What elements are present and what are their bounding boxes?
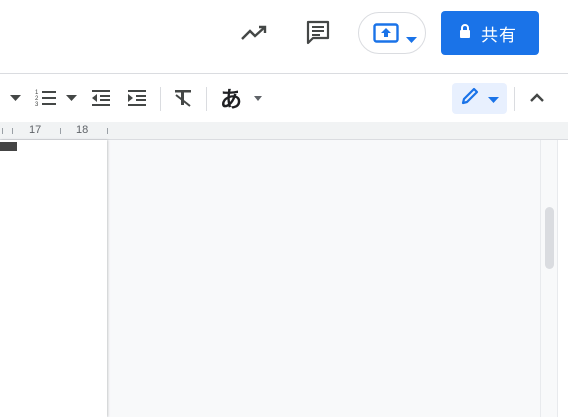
input-tools-glyph: あ bbox=[219, 88, 242, 113]
chevron-down-icon bbox=[488, 90, 499, 108]
page-marker bbox=[0, 142, 17, 151]
share-label: 共有 bbox=[481, 25, 517, 45]
activity-trend-icon[interactable] bbox=[238, 18, 270, 48]
chevron-down-icon[interactable] bbox=[406, 30, 417, 48]
numbered-list-icon[interactable]: 123 bbox=[34, 74, 58, 122]
document-page[interactable] bbox=[0, 140, 107, 417]
scrollbar-thumb[interactable] bbox=[545, 207, 554, 269]
formatting-toolbar: 123 あ bbox=[0, 73, 568, 123]
ruler-tick bbox=[60, 128, 61, 134]
vertical-scrollbar[interactable] bbox=[540, 140, 557, 417]
toolbar-divider bbox=[160, 87, 161, 111]
clear-formatting-icon[interactable] bbox=[170, 74, 196, 122]
input-tools-dropdown-icon[interactable] bbox=[252, 74, 264, 122]
list-dropdown-arrow-icon[interactable] bbox=[64, 74, 78, 122]
increase-indent-icon[interactable] bbox=[124, 74, 150, 122]
editing-mode-button[interactable] bbox=[452, 83, 507, 114]
collapse-icon[interactable] bbox=[524, 74, 550, 122]
dropdown-arrow-icon[interactable] bbox=[8, 74, 22, 122]
title-bar: 共有 bbox=[0, 0, 568, 72]
pencil-icon bbox=[460, 86, 480, 111]
lock-icon bbox=[459, 23, 471, 43]
side-panel-edge bbox=[557, 140, 568, 417]
ruler-tick bbox=[12, 128, 13, 134]
ruler-number: 17 bbox=[29, 124, 42, 136]
share-button[interactable]: 共有 bbox=[441, 11, 539, 55]
ruler-tick bbox=[107, 128, 108, 134]
present-icon bbox=[373, 23, 399, 48]
comment-icon[interactable] bbox=[302, 17, 334, 47]
present-button[interactable] bbox=[358, 12, 426, 54]
svg-text:3: 3 bbox=[35, 102, 39, 108]
decrease-indent-icon[interactable] bbox=[88, 74, 114, 122]
toolbar-divider bbox=[206, 87, 207, 111]
input-tools-button[interactable]: あ bbox=[216, 74, 246, 122]
ruler-tick bbox=[2, 128, 3, 134]
horizontal-ruler[interactable]: 17 18 bbox=[0, 122, 568, 140]
ruler-number: 18 bbox=[76, 124, 89, 136]
document-canvas[interactable] bbox=[0, 140, 568, 417]
toolbar-divider bbox=[514, 87, 515, 111]
